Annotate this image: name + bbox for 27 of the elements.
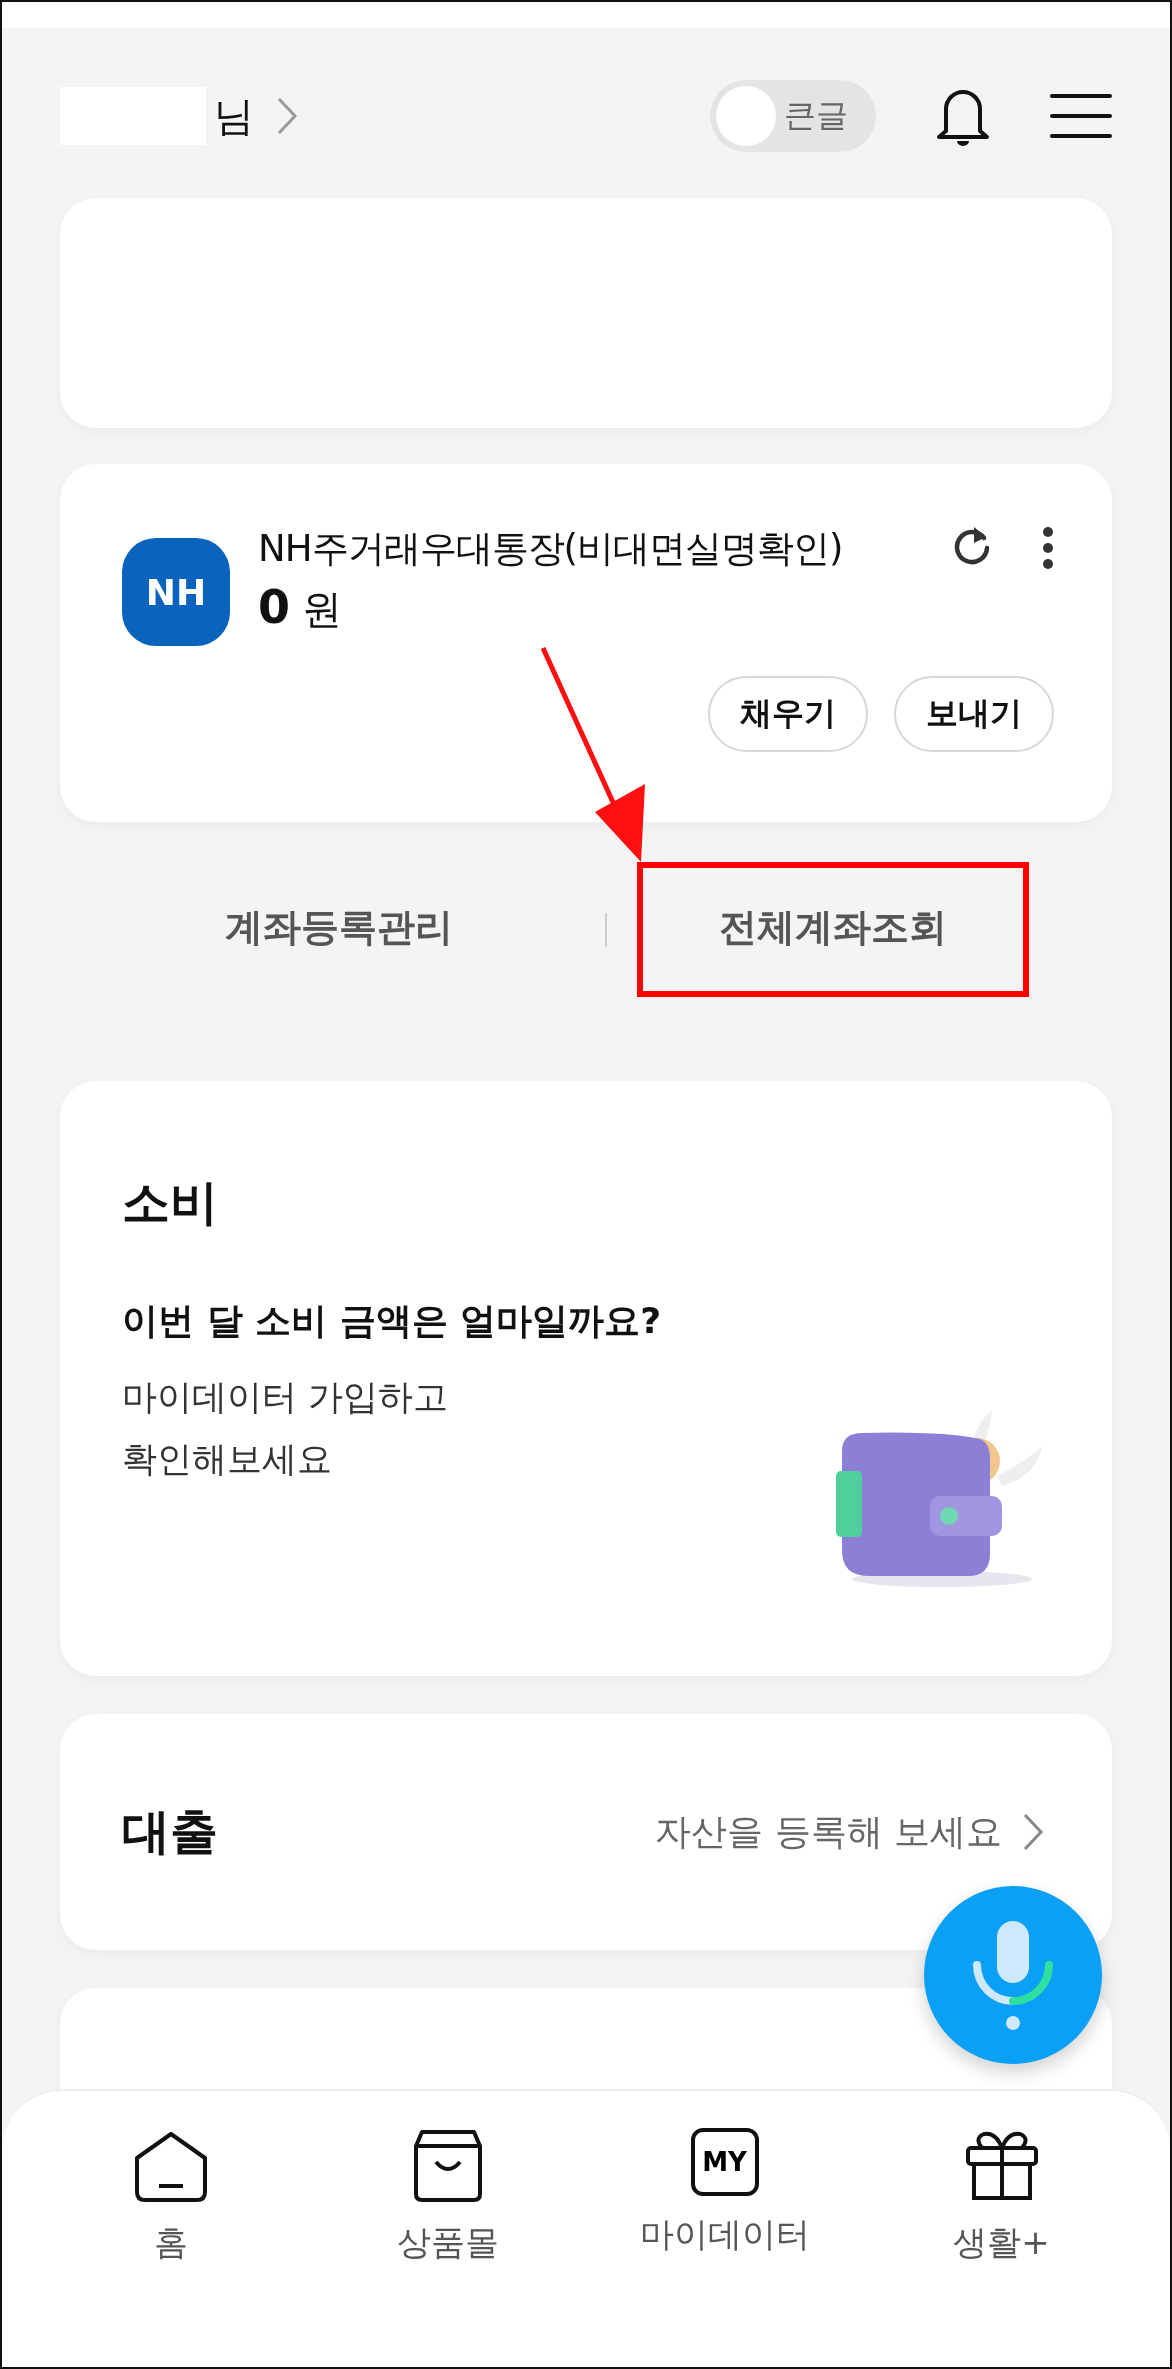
nav-tab[interactable]: 상품몰 xyxy=(337,2127,558,2287)
spending-description: 마이데이터 가입하고 확인해보세요 xyxy=(122,1376,450,1481)
loan-action-link[interactable]: 자산을 등록해 보세요 xyxy=(655,1807,1002,1857)
loan-card[interactable]: 대출 자산을 등록해 보세요 xyxy=(60,1714,1112,1950)
shopping-bag-icon xyxy=(411,2128,484,2204)
account-action-button[interactable]: 채우기 xyxy=(708,676,868,752)
chevron-right-icon[interactable] xyxy=(276,96,298,136)
my-data-icon: MY xyxy=(690,2128,759,2196)
nav-tab[interactable]: MY 마이데이터 xyxy=(614,2127,835,2287)
large-text-toggle[interactable]: 큰글 xyxy=(710,80,876,152)
nav-tab[interactable]: 생활+ xyxy=(891,2127,1112,2287)
user-name-suffix[interactable]: 님 xyxy=(214,88,254,144)
currency-unit: 원 xyxy=(302,585,342,634)
account-name: NH주거래우대통장(비대면실명확인) xyxy=(258,526,844,572)
spending-question: 이번 달 소비 금액은 얼마일까요? xyxy=(122,1299,662,1343)
account-action-button[interactable]: 보내기 xyxy=(894,676,1054,752)
account-link[interactable]: 전체계좌조회 xyxy=(637,862,1029,997)
menu-icon[interactable] xyxy=(1050,92,1112,140)
nav-tab[interactable]: 홈 xyxy=(60,2127,281,2287)
refresh-icon[interactable] xyxy=(952,524,992,566)
balance-amount: 0 xyxy=(258,580,290,634)
chevron-right-icon[interactable] xyxy=(1022,1812,1044,1852)
spending-title: 소비 xyxy=(122,1173,219,1232)
bank-logo: NH xyxy=(122,538,230,646)
more-options-icon[interactable] xyxy=(1042,526,1054,570)
account-link[interactable]: 계좌등록관리 xyxy=(143,862,535,997)
loan-title: 대출 xyxy=(122,1802,218,1861)
